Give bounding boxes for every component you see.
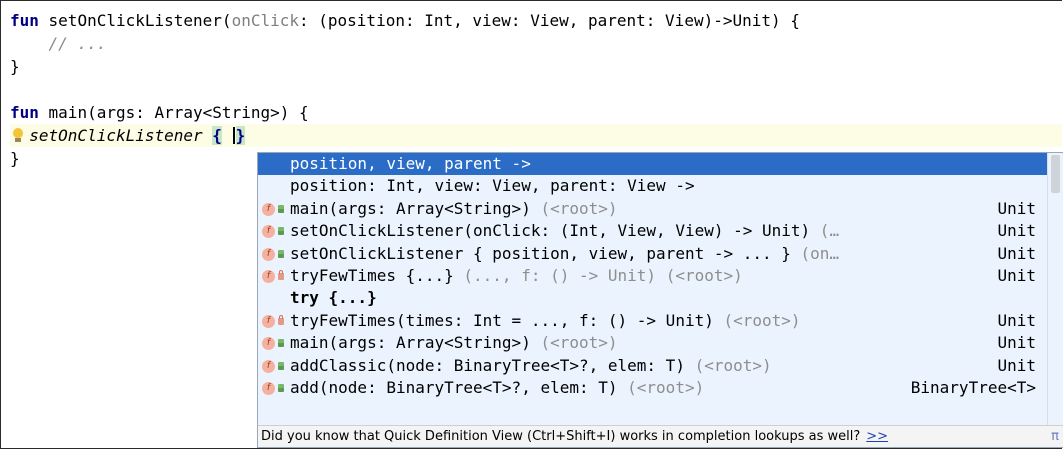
completion-item[interactable]: try {...} [258,287,1048,309]
completion-item-type: Unit [997,310,1036,330]
close-brace: } [235,126,246,145]
completion-item[interactable]: position: Int, view: View, parent: View … [258,175,1048,197]
completion-item[interactable]: f setOnClickListener { position, view, pa… [258,243,1048,265]
comment: // ... [10,34,107,53]
function-icon: f [262,247,275,261]
completion-tip: Did you know that Quick Definition View … [258,425,1063,447]
code-line: // ... [10,32,1062,55]
pi-icon[interactable]: π [1051,426,1059,447]
completion-item-text: tryFewTimes(times: Int = ..., f: () -> U… [290,310,801,332]
completion-item-text: main(args: Array<String>) (<root>) [290,332,618,354]
completion-item-location: (<root>) [617,377,705,397]
current-code-line: setOnClickListener { } [10,124,1062,147]
public-icon [278,204,284,213]
completion-list: position, view, parent -> position: Int, … [258,153,1048,399]
lightbulb-icon[interactable] [13,128,23,142]
completion-item-signature: main(args: Array<String>) [290,333,531,353]
public-icon [278,361,284,370]
completion-item-signature: setOnClickListener(onClick: (Int, View, … [290,221,811,241]
completion-item-text: position, view, parent -> [290,153,531,175]
function-icon: f [262,269,275,283]
keyword: fun [10,11,39,30]
completion-item-text: setOnClickListener(onClick: (Int, View, … [290,220,839,242]
param-name: onClick [231,11,299,30]
code-line: } [10,55,1062,78]
completion-item-location: (<root>) [530,333,618,353]
completion-item[interactable]: f addClassic(node: BinaryTree<T>?, elem: … [258,355,1048,377]
function-icon: f [262,337,275,351]
completion-item-type: Unit [997,221,1036,241]
completion-item-text: addClassic(node: BinaryTree<T>?, elem: T… [290,355,772,377]
completion-item[interactable]: position, view, parent -> [258,153,1048,176]
code-text: : (position: Int, view: View, parent: Vi… [299,11,800,30]
completion-item-type: Unit [997,355,1036,375]
completion-item-text: add(node: BinaryTree<T>?, elem: T) (<roo… [290,377,704,399]
completion-item-type: Unit [997,265,1036,285]
completion-popup[interactable]: position, view, parent -> position: Int, … [257,152,1063,448]
function-icon: f [262,202,275,216]
completion-item-signature: setOnClickListener { position, view, par… [290,243,791,263]
code-text: } [10,57,20,76]
completion-item-text: tryFewTimes {...} (..., f: () -> Unit) (… [290,265,743,287]
code-text: main(args: Array<String>) { [38,103,309,122]
completion-item-type: BinaryTree<T> [910,377,1036,397]
function-icon: f [262,381,275,395]
tip-more-link[interactable]: >> [866,429,888,444]
completion-item[interactable]: f add(node: BinaryTree<T>?, elem: T) (<ro… [258,377,1048,399]
completion-item-signature: tryFewTimes(times: Int = ..., f: () -> U… [290,310,714,330]
code-line: fun setOnClickListener(onClick: (positio… [10,9,1062,32]
completion-item[interactable]: f tryFewTimes(times: Int = ..., f: () -> … [258,310,1048,332]
keyword: fun [10,103,39,122]
lock-icon [278,269,284,280]
completion-item-location: (<root>) [530,198,618,218]
function-icon: f [262,225,275,239]
text-caret [232,127,235,144]
completion-item-text: setOnClickListener { position, view, par… [290,243,839,265]
editor-frame: fun setOnClickListener(onClick: (positio… [0,0,1063,449]
completion-item-type: Unit [997,333,1036,353]
completion-item-signature: tryFewTimes {...} [290,265,454,285]
completion-item-text: position: Int, view: View, parent: View … [290,175,695,197]
completion-item-signature: main(args: Array<String>) [290,198,531,218]
code-editor[interactable]: fun setOnClickListener(onClick: (positio… [10,9,1062,170]
completion-item[interactable]: f tryFewTimes {...} (..., f: () -> Unit) … [258,265,1048,287]
completion-item[interactable]: f main(args: Array<String>) (<root>) Unit [258,198,1048,220]
code-text: } [10,149,20,168]
code-text: setOnClickListener( [38,11,232,30]
completion-item-type: Unit [997,243,1036,263]
function-icon: f [262,314,275,328]
completion-item-signature: add(node: BinaryTree<T>?, elem: T) [290,377,618,397]
completion-scrollbar[interactable] [1047,153,1063,425]
completion-item-location: (on… [790,243,840,263]
public-icon [278,249,284,258]
public-icon [278,383,284,392]
completion-item-location: (… [810,221,840,241]
completion-item-signature: position: Int, view: View, parent: View … [290,176,695,196]
completion-item-signature: position, view, parent -> [290,154,531,173]
completion-item[interactable]: f main(args: Array<String>) (<root>) Unit [258,332,1048,354]
scrollbar-thumb[interactable] [1051,155,1060,193]
open-brace: { [212,126,222,145]
lock-icon [278,314,284,325]
completion-item-signature: try {...} [290,288,377,308]
function-icon: f [262,359,275,373]
public-icon [278,227,284,236]
completion-item-type: Unit [997,198,1036,218]
completion-item-location: (<root>) [713,310,801,330]
completion-item-location: (<root>) [684,355,772,375]
completion-item[interactable]: f setOnClickListener(onClick: (Int, View,… [258,220,1048,242]
public-icon [278,339,284,348]
completion-item-location: (..., f: () -> Unit) (<root>) [453,265,743,285]
code-line: fun main(args: Array<String>) { [10,101,1062,124]
tip-text: Did you know that Quick Definition View … [261,429,861,444]
completion-item-signature: addClassic(node: BinaryTree<T>?, elem: T… [290,355,685,375]
completion-item-text: main(args: Array<String>) (<root>) [290,198,618,220]
completion-item-text: try {...} [290,287,377,309]
function-call: setOnClickListener [29,126,203,145]
